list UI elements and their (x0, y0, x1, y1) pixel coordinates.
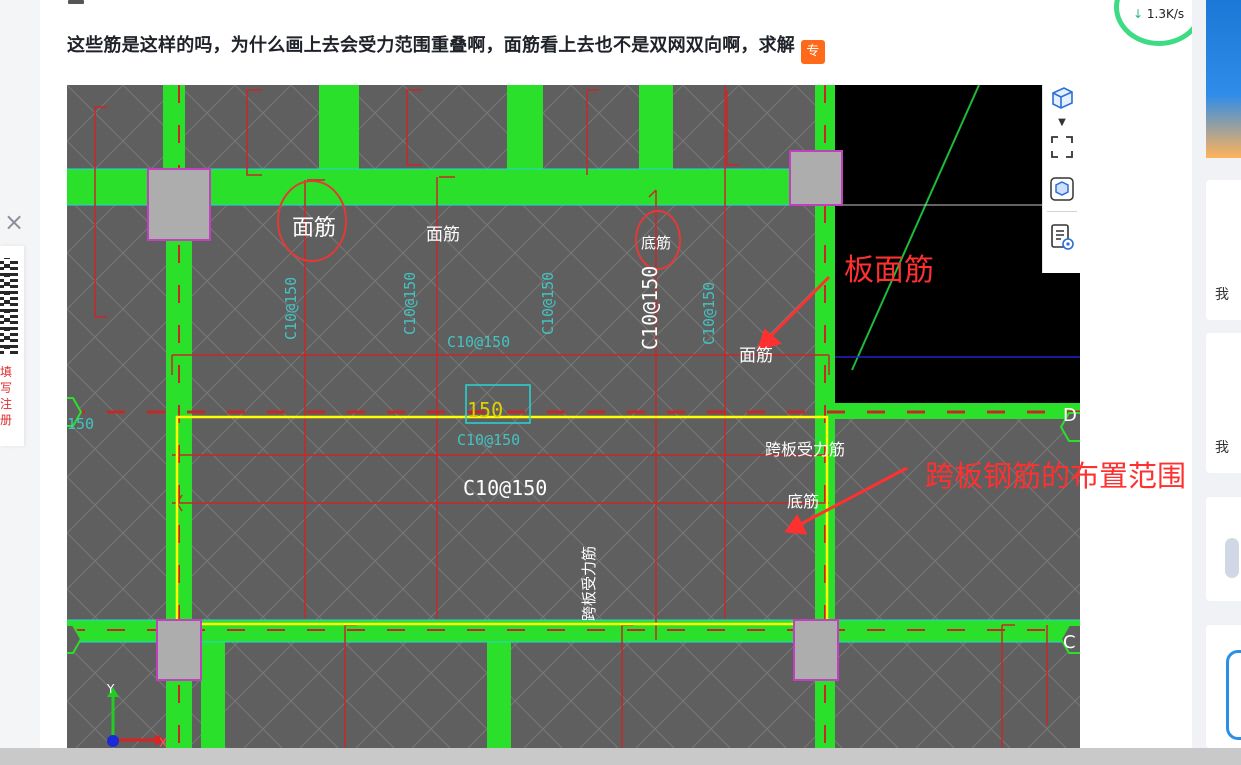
side-card-2-text: 我 (1215, 440, 1229, 456)
toolbar-divider (1047, 211, 1077, 212)
faint-text-2: C10@150 (282, 277, 300, 340)
beam-upper-c (507, 85, 543, 169)
kuaban-vertical-label: 跨板受力筋 (580, 546, 598, 621)
avatar-fragment (68, 0, 84, 4)
axis-label-c: C (1063, 632, 1076, 653)
speed-text: ↓ 1.3K/s (1133, 7, 1184, 21)
axis-y-label: Y (106, 682, 115, 696)
annotation-kuaban-range: 跨板钢筋的布置范围 (925, 459, 1187, 493)
label-mianjin-3: 面筋 (739, 346, 773, 366)
dropdown-icon[interactable]: ▼ (1050, 111, 1074, 135)
faint-text-4: C10@150 (700, 282, 718, 345)
left-strip: × 填写注册 (0, 0, 40, 748)
download-arrow-icon: ↓ (1133, 7, 1144, 21)
rebar-label-vertical: C10@150 (638, 266, 662, 350)
label-mianjin-2: 面筋 (426, 225, 460, 245)
faint-text-3: C10@150 (539, 272, 557, 335)
beam-lower-b (201, 642, 225, 748)
label-dijin-2: 底筋 (787, 492, 820, 511)
cad-drawing: C10@150 C10@150 C10@150 C10@150 C10@150 … (67, 85, 1080, 748)
robot-icon[interactable] (1225, 538, 1239, 578)
properties-icon[interactable] (1050, 223, 1074, 250)
beam-upper-a (163, 85, 185, 169)
beam-upper-b (319, 85, 359, 169)
post-title-text: 这些筋是这样的吗，为什么画上去会受力范围重叠啊，面筋看上去也不是双网双向啊，求解 (67, 35, 795, 56)
faint-text-1: C10@150 (401, 272, 419, 335)
outline-widget-icon[interactable] (1226, 650, 1241, 740)
label-mianjin-circled: 面筋 (292, 216, 337, 241)
expert-badge: 专 (801, 40, 825, 64)
cad-screenshot: C10@150 C10@150 C10@150 C10@150 C10@150 … (67, 85, 1080, 748)
annotation-ban-mianjin: 板面筋 (844, 253, 934, 288)
beam-upper-d (639, 85, 673, 169)
beam-lower-a (487, 642, 511, 748)
label-kuaban-h: 跨板受力筋 (765, 440, 846, 459)
faint-text-6: C10@150 (457, 431, 520, 449)
dim-150: 150 (467, 398, 503, 422)
side-card-1-text: 我 (1215, 287, 1229, 303)
viewer-toolbar: ▼ (1042, 85, 1080, 273)
rebar-label-horizontal: C10@150 (463, 476, 547, 500)
label-dijin-circled: 底筋 (641, 234, 672, 252)
axis-label-d: D (1063, 405, 1077, 426)
right-sidebar: 我 我 (1192, 0, 1241, 748)
speed-value: 1.3K/s (1146, 7, 1185, 21)
3d-view-icon[interactable] (1050, 177, 1074, 201)
bottom-scrollbar[interactable] (0, 748, 1241, 765)
fullscreen-icon[interactable] (1050, 135, 1074, 159)
ad-banner[interactable] (1206, 0, 1241, 158)
qr-register-text[interactable]: 填写注册 (0, 364, 12, 428)
qr-card[interactable]: 填写注册 (0, 246, 24, 446)
close-icon[interactable]: × (4, 210, 24, 234)
faint-left-num: 150 (67, 415, 94, 433)
faint-text-5: C10@150 (447, 333, 510, 351)
qr-code-image (0, 258, 18, 354)
post-title: 这些筋是这样的吗，为什么画上去会受力范围重叠啊，面筋看上去也不是双网双向啊，求解… (67, 31, 825, 64)
axis-x-label: X (159, 736, 167, 748)
cube-icon[interactable] (1050, 85, 1074, 109)
